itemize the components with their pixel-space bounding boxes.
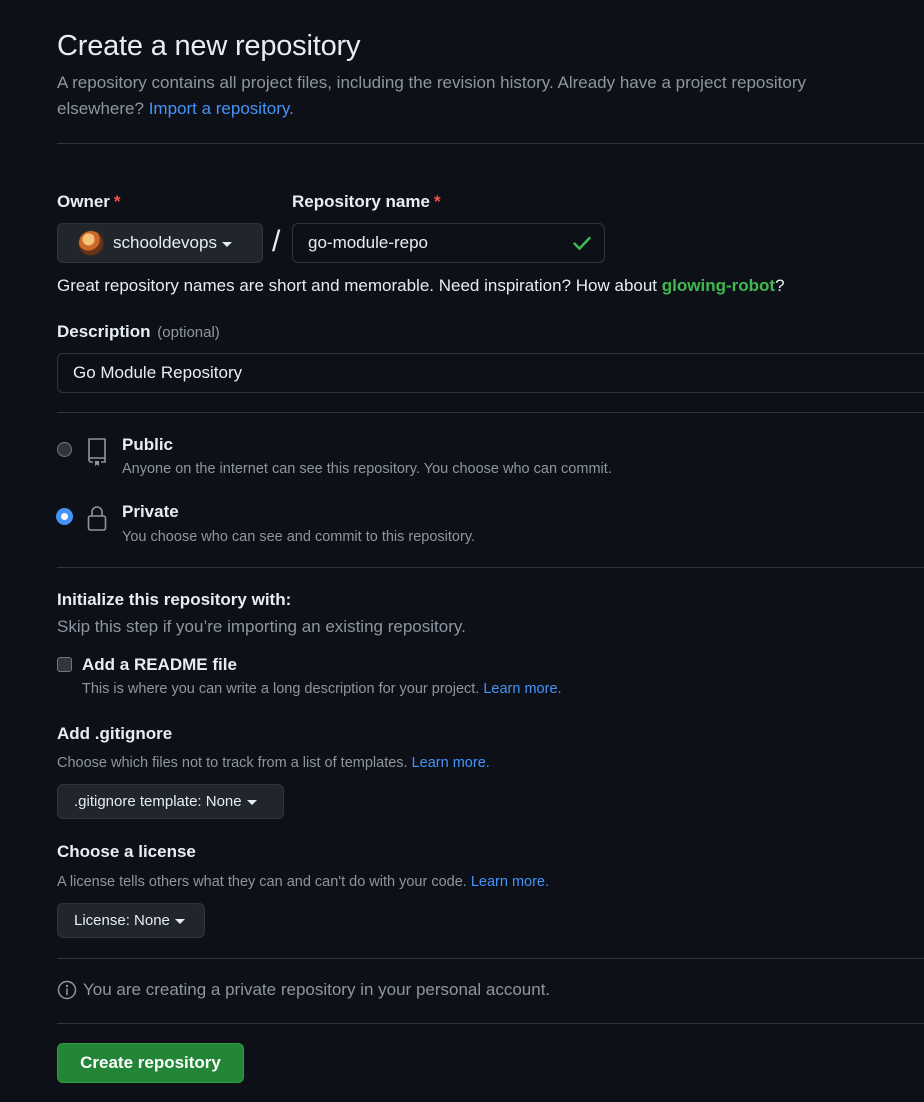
- optional-tag: (optional): [157, 324, 220, 341]
- page-title: Create a new repository: [57, 30, 361, 62]
- gitignore-template-button[interactable]: .gitignore template: None: [57, 784, 284, 819]
- chevron-down-icon: [221, 241, 232, 247]
- readme-learn-more-link[interactable]: Learn more.: [483, 681, 561, 697]
- divider: [57, 1023, 924, 1024]
- description-label-text: Description: [57, 322, 151, 341]
- gitignore-description: Choose which files not to track from a l…: [57, 755, 490, 771]
- license-button-label: License: None: [74, 912, 170, 929]
- public-description: Anyone on the internet can see this repo…: [122, 461, 612, 477]
- repo-icon: [88, 438, 106, 466]
- initialize-heading: Initialize this repository with:: [57, 590, 292, 609]
- description-label: Description (optional): [57, 322, 220, 342]
- suggested-name-link[interactable]: glowing-robot: [662, 276, 775, 295]
- license-learn-more-link[interactable]: Learn more.: [471, 874, 549, 890]
- required-mark: *: [113, 192, 121, 211]
- create-repository-button[interactable]: Create repository: [57, 1043, 244, 1083]
- suggestion-text: Great repository names are short and mem…: [57, 276, 658, 295]
- info-icon: [57, 980, 77, 1000]
- gitignore-label: Add .gitignore: [57, 724, 173, 743]
- divider: [57, 143, 924, 144]
- owner-avatar: [78, 230, 104, 256]
- repo-name-label: Repository name *: [292, 192, 441, 212]
- public-radio[interactable]: [57, 442, 72, 457]
- readme-desc-text: This is where you can write a long descr…: [82, 681, 480, 697]
- owner-label: Owner *: [57, 192, 121, 212]
- gitignore-learn-more-link[interactable]: Learn more.: [412, 755, 490, 771]
- chevron-down-icon: [174, 919, 185, 924]
- public-title: Public: [122, 435, 174, 454]
- private-title: Private: [122, 502, 179, 521]
- divider: [57, 567, 924, 568]
- create-repo-page: Create a new repository A repository con…: [0, 0, 924, 1102]
- initialize-subheading: Skip this step if you’re importing an ex…: [57, 617, 466, 636]
- gitignore-button-label: .gitignore template: None: [74, 793, 242, 810]
- license-label: Choose a license: [57, 842, 196, 861]
- import-repository-link[interactable]: Import a repository.: [149, 99, 294, 118]
- readme-description: This is where you can write a long descr…: [82, 681, 562, 697]
- repo-name-label-text: Repository name: [292, 192, 430, 211]
- private-info-notice: You are creating a private repository in…: [57, 980, 550, 1000]
- license-description: A license tells others what they can and…: [57, 874, 549, 890]
- license-button[interactable]: License: None: [57, 903, 205, 938]
- gitignore-desc-text: Choose which files not to track from a l…: [57, 755, 408, 771]
- chevron-down-icon: [246, 800, 257, 805]
- page-subtitle: A repository contains all project files,…: [57, 70, 897, 122]
- description-input[interactable]: [57, 353, 924, 393]
- private-radio[interactable]: [57, 509, 72, 524]
- readme-label: Add a README file: [82, 655, 237, 674]
- divider: [57, 412, 924, 413]
- divider: [57, 958, 924, 959]
- required-mark: *: [433, 192, 441, 211]
- private-description: You choose who can see and commit to thi…: [122, 529, 476, 545]
- repo-name-input[interactable]: [292, 223, 605, 263]
- readme-checkbox[interactable]: [57, 657, 72, 672]
- lock-icon: [87, 506, 107, 531]
- license-desc-text: A license tells others what they can and…: [57, 874, 467, 890]
- suggestion-end: ?: [775, 276, 785, 295]
- owner-value: schooldevops: [113, 233, 217, 252]
- info-text: You are creating a private repository in…: [83, 980, 551, 999]
- name-suggestion: Great repository names are short and mem…: [57, 276, 785, 296]
- owner-select-button[interactable]: schooldevops: [57, 223, 263, 263]
- owner-label-text: Owner: [57, 192, 110, 211]
- owner-repo-separator: /: [272, 225, 281, 258]
- check-icon: [573, 236, 591, 250]
